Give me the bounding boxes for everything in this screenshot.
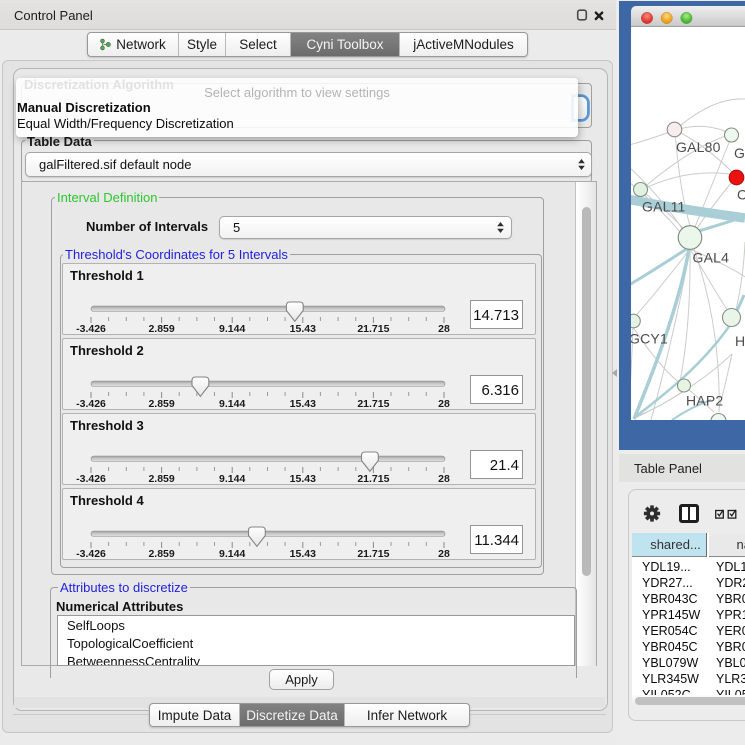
svg-text:21.715: 21.715 (357, 473, 389, 484)
svg-text:GA: GA (734, 145, 745, 161)
svg-text:GAL4: GAL4 (693, 250, 730, 266)
svg-text:15.43: 15.43 (290, 473, 316, 484)
svg-text:GAL11: GAL11 (642, 199, 686, 215)
svg-text:C: C (737, 187, 745, 203)
svg-text:15.43: 15.43 (290, 323, 316, 334)
svg-text:28: 28 (438, 548, 450, 559)
svg-text:2.859: 2.859 (148, 548, 174, 559)
svg-text:15.43: 15.43 (290, 548, 316, 559)
svg-text:-3.426: -3.426 (76, 548, 106, 559)
svg-text:9.144: 9.144 (219, 398, 245, 409)
svg-text:2.859: 2.859 (148, 323, 174, 334)
svg-text:21.715: 21.715 (357, 548, 389, 559)
svg-text:28: 28 (438, 323, 450, 334)
svg-text:9.144: 9.144 (219, 323, 245, 334)
svg-text:-3.426: -3.426 (76, 323, 106, 334)
svg-text:28: 28 (438, 398, 450, 409)
svg-text:HAP2: HAP2 (686, 393, 723, 409)
svg-text:2.859: 2.859 (148, 473, 174, 484)
svg-text:28: 28 (438, 473, 450, 484)
svg-text:21.715: 21.715 (357, 323, 389, 334)
svg-text:9.144: 9.144 (219, 473, 245, 484)
svg-text:9.144: 9.144 (219, 548, 245, 559)
svg-text:H: H (735, 333, 745, 349)
svg-text:-3.426: -3.426 (76, 398, 106, 409)
svg-text:15.43: 15.43 (290, 398, 316, 409)
svg-text:GCY1: GCY1 (631, 331, 668, 347)
svg-text:21.715: 21.715 (357, 398, 389, 409)
svg-text:-3.426: -3.426 (76, 473, 106, 484)
svg-text:2.859: 2.859 (148, 398, 174, 409)
svg-text:GAL80: GAL80 (676, 139, 721, 155)
